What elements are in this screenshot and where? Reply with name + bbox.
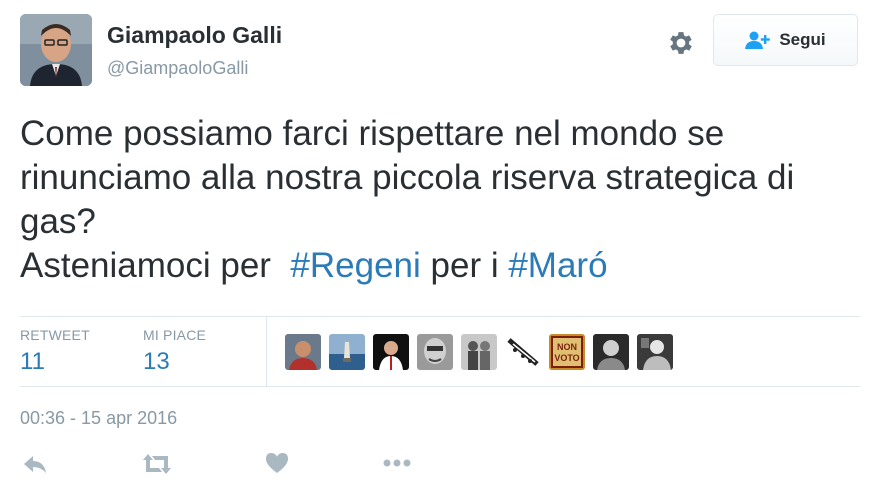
liker-avatar[interactable]	[285, 334, 321, 370]
user-handle[interactable]: @GiampaoloGalli	[107, 58, 248, 79]
hashtag-maro[interactable]: #Maró	[508, 246, 607, 285]
retweet-count[interactable]: 11	[20, 348, 45, 376]
avatar-image	[20, 14, 92, 86]
retweet-label[interactable]: RETWEET	[20, 327, 90, 343]
liker-avatar[interactable]	[637, 334, 673, 370]
reply-icon[interactable]	[22, 452, 48, 481]
svg-text:NON: NON	[557, 342, 577, 352]
display-name[interactable]: Giampaolo Galli	[107, 22, 282, 49]
stats-bottom-divider	[20, 386, 860, 387]
retweet-icon[interactable]	[142, 452, 172, 481]
likes-label[interactable]: MI PIACE	[143, 327, 206, 343]
more-icon[interactable]	[382, 452, 412, 479]
liker-avatar[interactable]	[373, 334, 409, 370]
tweet-timestamp[interactable]: 00:36 - 15 apr 2016	[20, 408, 177, 429]
liker-avatar[interactable]	[417, 334, 453, 370]
likes-count[interactable]: 13	[143, 348, 170, 376]
stats-top-divider	[20, 316, 860, 317]
follow-button[interactable]: Segui	[713, 14, 858, 66]
liker-avatar[interactable]	[593, 334, 629, 370]
liker-avatar[interactable]	[329, 334, 365, 370]
tweet-line-2-prefix: Asteniamoci per	[20, 246, 291, 285]
liker-avatar[interactable]: NON VOTO	[549, 334, 585, 370]
stats-vertical-divider	[266, 316, 267, 386]
follow-person-plus-icon	[745, 31, 771, 49]
svg-text:VOTO: VOTO	[554, 353, 579, 363]
hashtag-regeni[interactable]: #Regeni	[290, 246, 420, 285]
liker-avatars: NON VOTO	[285, 334, 673, 370]
tweet-line-1: Come possiamo farci rispettare nel mondo…	[20, 114, 804, 241]
follow-button-label: Segui	[779, 30, 826, 49]
avatar[interactable]	[20, 14, 92, 86]
liker-avatar[interactable]	[505, 334, 541, 370]
tweet-line-2-mid: per i	[420, 246, 509, 285]
heart-icon[interactable]	[265, 452, 289, 479]
tweet-text: Come possiamo farci rispettare nel mondo…	[20, 112, 865, 288]
gear-icon[interactable]	[666, 28, 696, 58]
liker-avatar[interactable]	[461, 334, 497, 370]
